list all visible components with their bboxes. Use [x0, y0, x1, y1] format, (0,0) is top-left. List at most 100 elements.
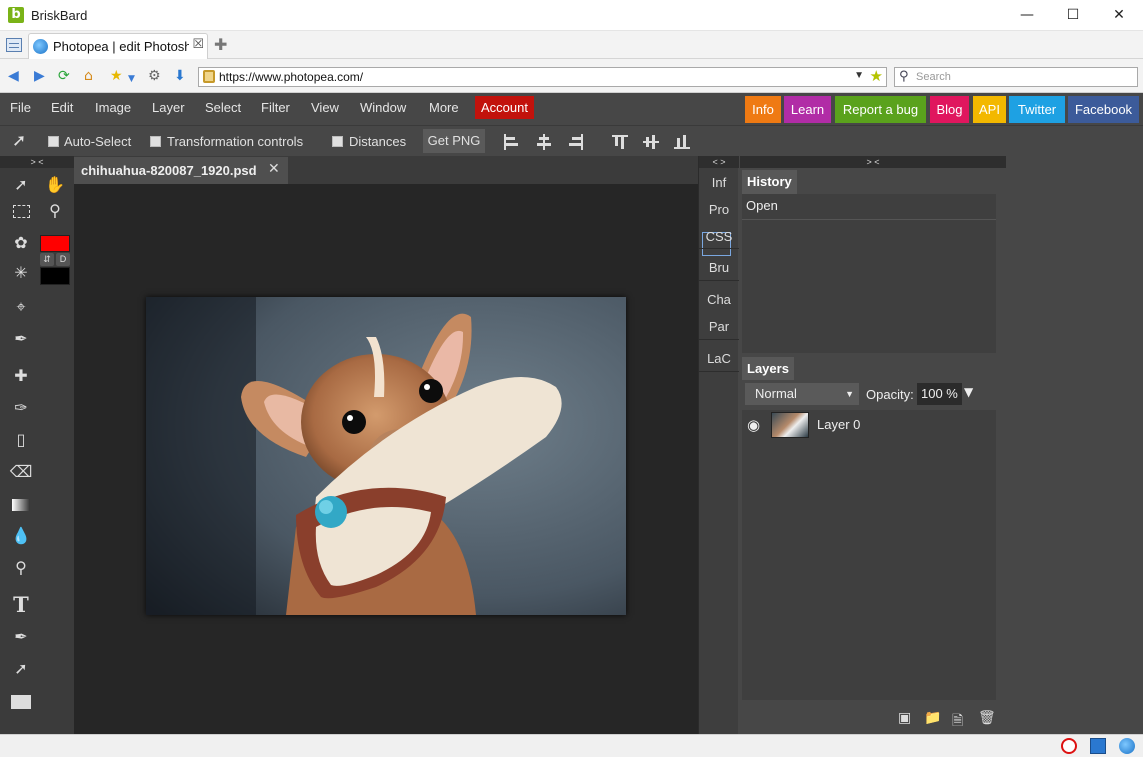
account-button[interactable]: Account: [475, 96, 534, 119]
default-colors-icon[interactable]: D: [56, 253, 70, 266]
menu-view[interactable]: View: [311, 100, 339, 115]
visibility-eye-icon[interactable]: ◉: [747, 416, 760, 434]
panel-properties-button[interactable]: Pro: [699, 202, 739, 217]
swap-colors-icon[interactable]: ⇵: [40, 253, 54, 266]
history-panel-tab[interactable]: History: [742, 170, 797, 194]
chevron-down-icon: ▼: [845, 389, 854, 399]
menu-file[interactable]: File: [10, 100, 31, 115]
network-globe-icon[interactable]: [1119, 738, 1135, 754]
gradient-tool-icon[interactable]: [8, 491, 34, 517]
close-tab-icon[interactable]: ☒: [192, 37, 204, 52]
align-left-icon[interactable]: [503, 134, 519, 150]
info-link[interactable]: Info: [745, 96, 781, 123]
panel-info-button[interactable]: Inf: [699, 175, 739, 190]
document-tab[interactable]: chihuahua-820087_1920.psd ✕: [74, 157, 288, 184]
lasso-tool-icon[interactable]: ✿: [8, 230, 34, 256]
layers-panel-tab[interactable]: Layers: [742, 357, 794, 381]
close-document-icon[interactable]: ✕: [268, 161, 280, 177]
path-select-tool-icon[interactable]: ➚: [8, 656, 34, 682]
type-tool-icon[interactable]: T: [8, 592, 34, 618]
menu-layer[interactable]: Layer: [152, 100, 185, 115]
delete-layer-icon[interactable]: 🗑: [978, 710, 996, 726]
brush-tool-icon[interactable]: ✑: [8, 395, 34, 421]
shape-tool-icon[interactable]: [8, 688, 34, 714]
search-input[interactable]: ⚲ Search: [894, 67, 1138, 87]
add-mask-icon[interactable]: ▣: [898, 710, 911, 726]
hand-tool-icon[interactable]: ✋: [42, 172, 68, 198]
background-color-swatch[interactable]: [40, 267, 70, 285]
blend-mode-select[interactable]: Normal ▼: [745, 383, 859, 405]
align-center-h-icon[interactable]: [536, 134, 552, 150]
transform-controls-checkbox[interactable]: [150, 136, 161, 147]
right-panels-collapse-toggle[interactable]: > <: [740, 156, 1006, 168]
minimize-button[interactable]: —: [1004, 0, 1050, 31]
crop-tool-icon[interactable]: ⌖: [8, 294, 34, 320]
auto-select-checkbox[interactable]: [48, 136, 59, 147]
distances-checkbox[interactable]: [332, 136, 343, 147]
new-layer-icon[interactable]: 🗎: [952, 710, 963, 734]
menu-edit[interactable]: Edit: [51, 100, 73, 115]
bookmarks-star-icon[interactable]: ★: [110, 67, 123, 85]
layers-footer: ▣ 📁 🗎 🗑: [740, 702, 1006, 734]
canvas-image[interactable]: [146, 297, 626, 615]
menu-select[interactable]: Select: [205, 100, 241, 115]
blog-link[interactable]: Blog: [930, 96, 969, 123]
browser-menu-icon[interactable]: [6, 38, 22, 52]
facebook-link[interactable]: Facebook: [1068, 96, 1139, 123]
address-bar[interactable]: https://www.photopea.com/ ▼ ★: [198, 67, 887, 87]
screen-share-icon[interactable]: [1090, 738, 1106, 754]
home-icon[interactable]: ⌂: [84, 67, 93, 85]
get-png-button[interactable]: Get PNG: [423, 129, 485, 153]
add-favorite-icon[interactable]: ★: [870, 67, 883, 85]
foreground-color-swatch[interactable]: [40, 235, 70, 252]
back-icon[interactable]: ◀: [8, 67, 19, 85]
mini-panels-collapse-toggle[interactable]: < >: [699, 156, 739, 168]
new-group-folder-icon[interactable]: 📁: [924, 710, 941, 726]
pen-tool-icon[interactable]: ✒: [8, 624, 34, 650]
bookmarks-dropdown-icon[interactable]: ▼: [128, 70, 135, 88]
panel-layer-comps-button[interactable]: LaC: [699, 351, 739, 366]
panel-brush-button[interactable]: Bru: [699, 260, 739, 275]
clone-stamp-tool-icon[interactable]: ▯: [8, 427, 34, 453]
align-top-icon[interactable]: [612, 134, 628, 150]
close-window-button[interactable]: ✕: [1096, 0, 1142, 31]
reload-icon[interactable]: ⟳: [58, 67, 70, 85]
twitter-link[interactable]: Twitter: [1009, 96, 1065, 123]
panel-character-button[interactable]: Cha: [699, 292, 739, 307]
opacity-dropdown-icon[interactable]: ▼: [964, 385, 973, 399]
tools-collapse-toggle[interactable]: > <: [0, 156, 74, 168]
panel-paragraph-button[interactable]: Par: [699, 319, 739, 334]
dodge-tool-icon[interactable]: ⚲: [8, 555, 34, 581]
learn-link[interactable]: Learn: [784, 96, 831, 123]
blur-tool-icon[interactable]: 💧: [8, 523, 34, 549]
eraser-tool-icon[interactable]: ⌫: [8, 459, 34, 485]
marquee-tool-icon[interactable]: [8, 198, 34, 224]
menu-more[interactable]: More: [429, 100, 459, 115]
forward-icon[interactable]: ▶: [34, 67, 45, 85]
maximize-button[interactable]: ☐: [1050, 0, 1096, 31]
magic-wand-tool-icon[interactable]: ✳: [8, 260, 34, 286]
healing-brush-tool-icon[interactable]: ✚: [8, 363, 34, 389]
opacity-input[interactable]: 100 %: [917, 383, 962, 405]
settings-gear-icon[interactable]: ⚙: [148, 67, 161, 85]
zoom-tool-icon[interactable]: ⚲: [42, 198, 68, 224]
menu-window[interactable]: Window: [360, 100, 406, 115]
browser-tab[interactable]: Photopea | edit Photoshop ☒: [28, 33, 208, 59]
align-center-v-icon[interactable]: [643, 134, 659, 150]
align-right-icon[interactable]: [568, 134, 584, 150]
menu-image[interactable]: Image: [95, 100, 131, 115]
move-tool-icon[interactable]: ➚: [8, 172, 34, 198]
new-tab-icon[interactable]: ✚: [214, 35, 227, 54]
canvas-area[interactable]: [74, 184, 698, 734]
history-item[interactable]: Open: [746, 198, 778, 213]
adblock-icon[interactable]: [1061, 738, 1077, 754]
layer-row[interactable]: ◉ Layer 0: [742, 410, 996, 440]
report-bug-link[interactable]: Report a bug: [835, 96, 926, 123]
menu-filter[interactable]: Filter: [261, 100, 290, 115]
eyedropper-tool-icon[interactable]: ✒: [8, 326, 34, 352]
panel-css-button[interactable]: CSS: [699, 229, 739, 244]
address-dropdown-icon[interactable]: ▼: [854, 70, 864, 81]
download-icon[interactable]: ⬇: [174, 67, 186, 85]
align-bottom-icon[interactable]: [674, 134, 690, 150]
api-link[interactable]: API: [973, 96, 1006, 123]
